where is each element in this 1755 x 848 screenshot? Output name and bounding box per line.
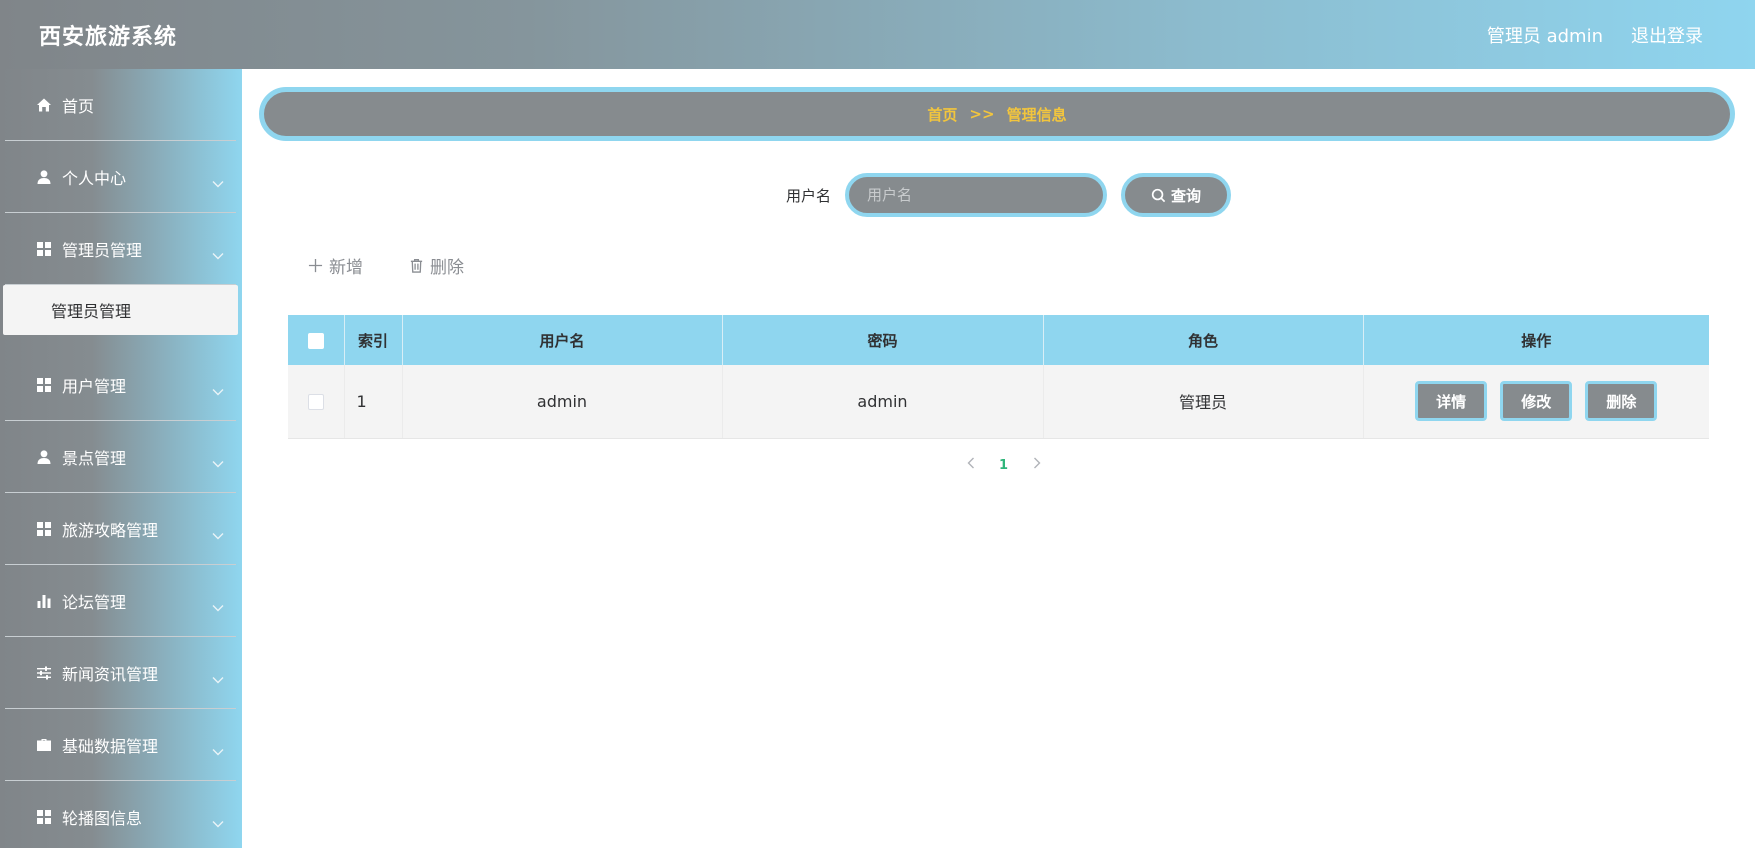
row-password: admin	[722, 365, 1044, 439]
row-index: 1	[344, 365, 403, 439]
grid-icon	[35, 377, 52, 394]
header-user-area: 管理员 admin 退出登录	[1487, 22, 1703, 48]
select-all-header	[288, 315, 345, 365]
add-button[interactable]: 新增	[308, 253, 363, 278]
column-header-password: 密码	[722, 315, 1044, 365]
search-label: 用户名	[785, 186, 831, 205]
sidebar-item-carousel-info[interactable]: 轮播图信息	[0, 781, 242, 848]
batch-delete-button-label: 删除	[430, 258, 464, 278]
sidebar-item-personal-center[interactable]: 个人中心	[0, 141, 242, 213]
chevron-left-icon	[967, 457, 974, 469]
column-header-role: 角色	[1043, 315, 1364, 365]
chevron-down-icon	[212, 453, 224, 468]
sidebar-item-travel-guide-management[interactable]: 旅游攻略管理	[0, 493, 242, 565]
sidebar-item-label: 用户管理	[62, 377, 127, 396]
top-header: 西安旅游系统 管理员 admin 退出登录	[0, 0, 1755, 69]
grid-icon	[35, 809, 52, 826]
briefcase-icon	[35, 737, 52, 754]
sidebar-item-label: 论坛管理	[62, 593, 127, 612]
pagination: 1	[242, 457, 1755, 473]
sidebar-item-forum-management[interactable]: 论坛管理	[0, 565, 242, 637]
add-button-label: 新增	[329, 258, 363, 278]
edit-button[interactable]: 修改	[1500, 381, 1573, 422]
chevron-right-icon	[1033, 457, 1040, 469]
user-icon	[35, 449, 52, 466]
logout-link[interactable]: 退出登录	[1631, 22, 1703, 48]
sidebar: 首页 个人中心 管理员管理 管理员管理 用户管理 景点管理 旅游攻略管理 论坛管…	[0, 69, 242, 848]
sidebar-item-label: 个人中心	[62, 169, 127, 188]
chevron-down-icon	[212, 525, 224, 540]
toolbar: 新增 删除	[308, 253, 510, 278]
sidebar-item-label: 旅游攻略管理	[62, 521, 159, 540]
row-role: 管理员	[1043, 365, 1364, 439]
username-search-input[interactable]	[845, 173, 1107, 217]
chevron-down-icon	[212, 597, 224, 612]
breadcrumb: 首页 >> 管理信息	[259, 87, 1735, 141]
app-title: 西安旅游系统	[39, 24, 178, 50]
sidebar-item-label: 管理员管理	[62, 241, 143, 260]
breadcrumb-home[interactable]: 首页	[927, 104, 957, 125]
sidebar-item-base-data-management[interactable]: 基础数据管理	[0, 709, 242, 781]
main-content: 首页 >> 管理信息 用户名 查询 新增 删除 索引 用户名 密码 角色	[242, 69, 1755, 848]
sidebar-item-home[interactable]: 首页	[0, 69, 242, 141]
sidebar-item-scenic-management[interactable]: 景点管理	[0, 421, 242, 493]
search-button[interactable]: 查询	[1121, 173, 1231, 217]
search-bar: 用户名 查询	[242, 173, 1755, 217]
chevron-down-icon	[212, 669, 224, 684]
sidebar-item-news-management[interactable]: 新闻资讯管理	[0, 637, 242, 709]
batch-delete-button[interactable]: 删除	[409, 253, 464, 278]
row-checkbox[interactable]	[307, 394, 324, 411]
grid-icon	[35, 521, 52, 538]
next-page-button[interactable]	[1020, 457, 1053, 473]
sidebar-item-label: 基础数据管理	[62, 737, 159, 756]
breadcrumb-current: 管理信息	[1006, 105, 1067, 124]
chevron-down-icon	[212, 381, 224, 396]
column-header-actions: 操作	[1363, 315, 1709, 365]
submenu-item-admin-management[interactable]: 管理员管理	[3, 285, 238, 335]
sliders-icon	[35, 665, 52, 682]
delete-button[interactable]: 删除	[1585, 381, 1658, 422]
row-username: admin	[402, 365, 723, 439]
row-actions: 详情 修改 删除	[1363, 365, 1709, 439]
page-number[interactable]: 1	[987, 458, 1020, 473]
chevron-down-icon	[212, 173, 224, 188]
admin-table: 索引 用户名 密码 角色 操作 1 admin admin 管理员 详情 修改 …	[288, 315, 1709, 439]
sidebar-item-user-management[interactable]: 用户管理	[0, 349, 242, 421]
table-header-row: 索引 用户名 密码 角色 操作	[288, 315, 1709, 365]
admin-submenu: 管理员管理	[0, 285, 242, 349]
select-all-checkbox[interactable]	[307, 332, 324, 349]
sidebar-item-admin-management[interactable]: 管理员管理	[0, 213, 242, 285]
home-icon	[35, 97, 52, 114]
chevron-down-icon	[212, 245, 224, 260]
table-row: 1 admin admin 管理员 详情 修改 删除	[288, 365, 1709, 439]
chevron-down-icon	[212, 813, 224, 828]
bar-chart-icon	[35, 593, 52, 610]
sidebar-item-label: 轮播图信息	[62, 809, 143, 828]
admin-label: 管理员 admin	[1486, 25, 1603, 47]
row-select-cell	[288, 365, 345, 439]
trash-icon	[410, 259, 423, 273]
breadcrumb-separator: >>	[969, 105, 995, 123]
prev-page-button[interactable]	[954, 457, 987, 473]
chevron-down-icon	[212, 741, 224, 756]
column-header-index: 索引	[344, 315, 403, 365]
user-icon	[35, 169, 52, 186]
sidebar-item-label: 首页	[62, 97, 95, 116]
plus-icon	[308, 258, 323, 273]
search-icon	[1151, 188, 1166, 202]
search-button-label: 查询	[1170, 186, 1201, 205]
column-header-username: 用户名	[402, 315, 723, 365]
sidebar-item-label: 新闻资讯管理	[62, 665, 159, 684]
grid-icon	[35, 241, 52, 258]
sidebar-item-label: 景点管理	[62, 449, 127, 468]
detail-button[interactable]: 详情	[1415, 381, 1488, 422]
